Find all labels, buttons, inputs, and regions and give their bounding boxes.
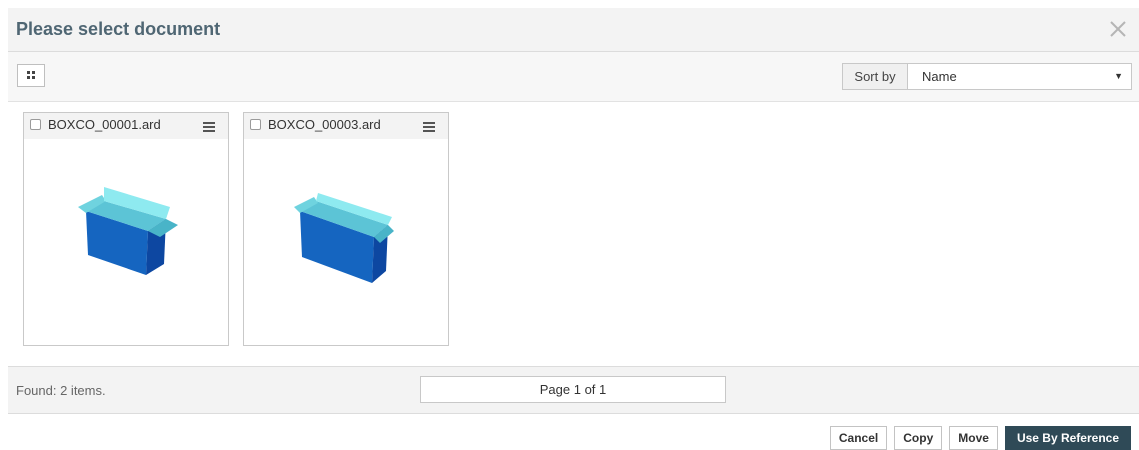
sort-by-label: Sort by xyxy=(843,64,908,89)
document-card-header: BOXCO_00001.ard xyxy=(24,113,228,139)
document-card[interactable]: BOXCO_00003.ard xyxy=(243,112,449,346)
dialog-footer: Found: 2 items. Page 1 of 1 xyxy=(8,366,1139,414)
thumbnail-view-button[interactable] xyxy=(17,64,45,87)
document-card-header: BOXCO_00003.ard xyxy=(244,113,448,139)
hamburger-menu-icon[interactable] xyxy=(423,122,435,132)
hamburger-menu-icon[interactable] xyxy=(203,122,215,132)
select-document-dialog: Please select document Sort by Name ▼ BO… xyxy=(8,8,1139,450)
document-name: BOXCO_00003.ard xyxy=(268,117,381,132)
toolbar: Sort by Name ▼ xyxy=(8,52,1139,102)
document-checkbox[interactable] xyxy=(250,119,261,130)
document-thumbnail[interactable] xyxy=(24,139,228,345)
document-thumbnail[interactable] xyxy=(244,139,448,345)
move-button[interactable]: Move xyxy=(949,426,998,450)
document-grid: BOXCO_00001.ard BOXCO_00003.ard xyxy=(8,102,1139,366)
copy-button[interactable]: Copy xyxy=(894,426,943,450)
close-icon[interactable] xyxy=(1107,18,1129,40)
page-indicator: Page 1 of 1 xyxy=(420,376,726,403)
dialog-header: Please select document xyxy=(8,8,1139,52)
document-card[interactable]: BOXCO_00001.ard xyxy=(23,112,229,346)
chevron-down-icon: ▼ xyxy=(1114,71,1123,81)
cancel-button[interactable]: Cancel xyxy=(829,426,888,450)
dialog-title: Please select document xyxy=(16,19,221,39)
grid-icon xyxy=(27,71,35,79)
sort-control: Sort by Name ▼ xyxy=(842,63,1132,90)
document-name: BOXCO_00001.ard xyxy=(48,117,161,132)
sort-select[interactable]: Name ▼ xyxy=(908,64,1131,89)
use-by-reference-button[interactable]: Use By Reference xyxy=(1004,426,1131,450)
sort-selected-value: Name xyxy=(922,69,957,84)
document-checkbox[interactable] xyxy=(30,119,41,130)
found-count: Found: 2 items. xyxy=(16,383,106,398)
action-buttons: Cancel Copy Move Use By Reference xyxy=(823,426,1131,450)
